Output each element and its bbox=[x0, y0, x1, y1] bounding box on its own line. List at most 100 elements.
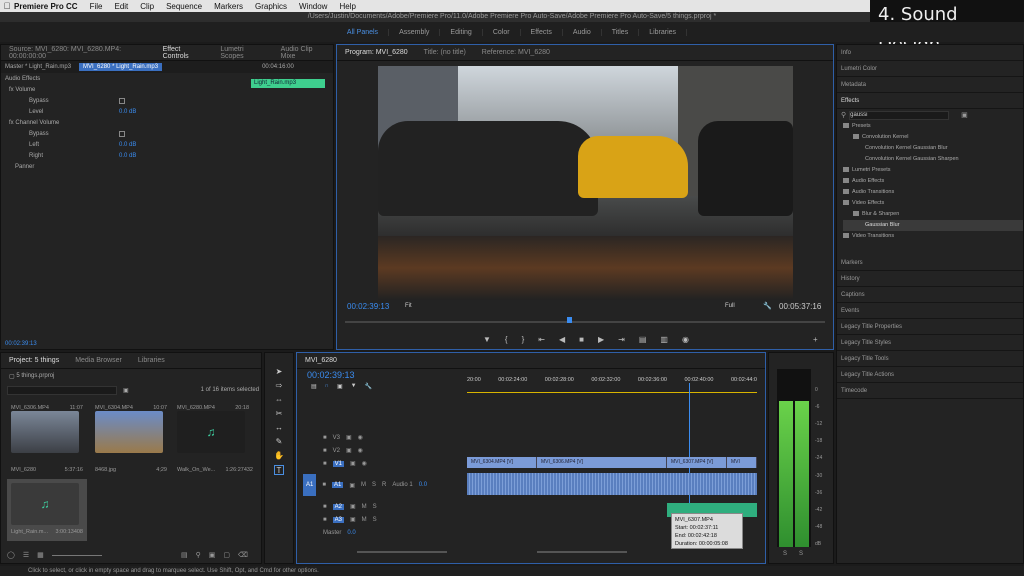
program-timecode[interactable]: 00:02:39:13 bbox=[347, 302, 389, 311]
ec-bottom-timecode[interactable]: 00:02:39:13 bbox=[5, 341, 37, 347]
tree-lumetri-presets[interactable]: Lumetri Presets bbox=[852, 167, 891, 173]
tree-video-transitions[interactable]: Video Transitions bbox=[852, 233, 894, 239]
video-clip[interactable]: MVI_6304.MP4 [V] bbox=[467, 457, 537, 468]
mark-in-icon[interactable]: { bbox=[505, 335, 508, 344]
menu-sequence[interactable]: Sequence bbox=[166, 2, 202, 11]
panner-label[interactable]: Panner bbox=[1, 161, 251, 172]
lock-icon[interactable]: ■ bbox=[323, 517, 327, 523]
fit-dropdown[interactable]: Fit bbox=[405, 303, 412, 309]
lift-icon[interactable]: ▤ bbox=[639, 335, 647, 344]
work-area-bar[interactable] bbox=[467, 392, 757, 393]
tree-video-effects[interactable]: Video Effects bbox=[852, 200, 884, 206]
legacy-title-properties-panel[interactable]: Legacy Title Properties bbox=[837, 319, 1023, 335]
tree-conv-blur[interactable]: Convolution Kernel Gaussian Blur bbox=[843, 143, 1023, 154]
project-item-selected[interactable]: ♫ Light_Rain.m... 3:00:13408 bbox=[7, 479, 87, 541]
project-search-input[interactable] bbox=[7, 385, 117, 395]
lumetri-color-panel[interactable]: Lumetri Color bbox=[837, 61, 1023, 77]
trash-icon[interactable]: ⌫ bbox=[238, 551, 248, 559]
pen-icon[interactable]: ✎ bbox=[274, 437, 284, 447]
effects-search-input[interactable] bbox=[849, 110, 950, 120]
slip-icon[interactable]: ↔ bbox=[274, 423, 284, 433]
mark-out-icon[interactable]: } bbox=[522, 335, 525, 344]
find-icon[interactable]: ⚲ bbox=[196, 551, 201, 559]
lock-icon[interactable]: ◯ bbox=[7, 551, 15, 559]
play-icon[interactable]: ▶ bbox=[598, 335, 604, 344]
video-clip[interactable]: MVI_6307.MP4 [V] bbox=[667, 457, 727, 468]
razor-icon[interactable]: ✂ bbox=[274, 409, 284, 419]
level-value[interactable]: 0.0 dB bbox=[119, 109, 136, 115]
step-back-icon[interactable]: ◀ bbox=[559, 335, 565, 344]
project-item[interactable]: MVI_6304.MP4 10:07 bbox=[95, 405, 167, 453]
new-bin-icon[interactable]: ▣ bbox=[961, 111, 968, 119]
tab-program[interactable]: Program: MVI_6280 bbox=[337, 49, 416, 56]
sync-icon[interactable]: ▣ bbox=[350, 516, 356, 523]
track-label-a3[interactable]: A3 bbox=[332, 516, 344, 523]
video-clip[interactable]: MVI_6306.MP4 [V] bbox=[537, 457, 667, 468]
solo-button[interactable]: S bbox=[373, 517, 377, 523]
tree-presets[interactable]: Presets bbox=[852, 123, 871, 129]
bin-icon[interactable]: ▣ bbox=[123, 387, 129, 394]
menu-markers[interactable]: Markers bbox=[214, 2, 243, 11]
workspace-editing[interactable]: Editing bbox=[440, 28, 483, 36]
lock-icon[interactable]: ■ bbox=[323, 504, 327, 510]
lock-icon[interactable]: ■ bbox=[322, 482, 326, 488]
workspace-assembly[interactable]: Assembly bbox=[389, 28, 441, 36]
track-label-v3[interactable]: V3 bbox=[333, 435, 340, 441]
video-frame[interactable] bbox=[378, 66, 793, 300]
eye-icon[interactable]: ◉ bbox=[358, 447, 363, 454]
legacy-title-actions-panel[interactable]: Legacy Title Actions bbox=[837, 367, 1023, 383]
track-volume[interactable]: 0.0 bbox=[419, 482, 427, 488]
workspace-titles[interactable]: Titles bbox=[602, 28, 640, 36]
workspace-libraries[interactable]: Libraries bbox=[639, 28, 688, 36]
channel-volume-label[interactable]: Channel Volume bbox=[15, 120, 59, 126]
tab-source[interactable]: Source: MVI_6280: MVI_6280.MP4: 00:00:00… bbox=[1, 46, 155, 60]
mute-button[interactable]: M bbox=[362, 517, 367, 523]
sync-icon[interactable]: ▣ bbox=[346, 447, 352, 454]
zoom-slider[interactable] bbox=[51, 555, 102, 556]
project-item[interactable]: MVI_6306.MP4 11:07 bbox=[11, 405, 83, 453]
tab-lumetri-scopes[interactable]: Lumetri Scopes bbox=[212, 46, 272, 60]
apple-icon[interactable]:  bbox=[0, 1, 14, 11]
menu-clip[interactable]: Clip bbox=[140, 2, 154, 11]
menu-graphics[interactable]: Graphics bbox=[255, 2, 287, 11]
tab-audio-clip-mixer[interactable]: Audio Clip Mixe bbox=[273, 46, 333, 60]
master-clip-label[interactable]: Master * Light_Rain.mp3 bbox=[5, 64, 71, 70]
sync-icon[interactable]: ▣ bbox=[349, 482, 355, 489]
solo-button[interactable]: S bbox=[373, 504, 377, 510]
clip-label[interactable]: MVI_6280 * Light_Rain.mp3 bbox=[79, 63, 163, 71]
stop-icon[interactable]: ■ bbox=[579, 335, 584, 344]
effects-panel[interactable]: Effects bbox=[837, 93, 1023, 109]
track-label-v1[interactable]: V1 bbox=[332, 460, 344, 467]
timeline-timecode[interactable]: 00:02:39:13 bbox=[307, 370, 355, 380]
new-bin-icon[interactable]: ▣ bbox=[209, 551, 216, 559]
workspace-effects[interactable]: Effects bbox=[521, 28, 563, 36]
captions-panel[interactable]: Captions bbox=[837, 287, 1023, 303]
timeline-zoom-scrollbar[interactable] bbox=[357, 551, 447, 553]
add-button-icon[interactable]: + bbox=[813, 335, 818, 344]
add-marker-icon[interactable]: ▼ bbox=[351, 383, 357, 390]
lock-icon[interactable]: ■ bbox=[323, 435, 327, 441]
menu-help[interactable]: Help bbox=[339, 2, 355, 11]
selection-tool-icon[interactable]: ➤ bbox=[274, 367, 284, 377]
metadata-panel[interactable]: Metadata bbox=[837, 77, 1023, 93]
menu-edit[interactable]: Edit bbox=[114, 2, 128, 11]
automate-icon[interactable]: ▤ bbox=[181, 551, 188, 559]
track-select-icon[interactable]: ⇨ bbox=[274, 381, 284, 391]
track-label-a1[interactable]: A1 bbox=[331, 482, 344, 488]
solo-left-button[interactable]: S bbox=[783, 551, 787, 557]
tree-conv-sharpen[interactable]: Convolution Kernel Gaussian Sharpen bbox=[843, 154, 1023, 165]
item-name[interactable]: Walk_On_We... bbox=[177, 467, 215, 473]
menu-file[interactable]: File bbox=[90, 2, 103, 11]
item-name[interactable]: 8468.jpg bbox=[95, 467, 116, 473]
track-label-a2[interactable]: A2 bbox=[332, 503, 344, 510]
sync-icon[interactable]: ▣ bbox=[350, 503, 356, 510]
go-to-out-icon[interactable]: ⇥ bbox=[618, 335, 625, 344]
mute-button[interactable]: M bbox=[361, 482, 366, 488]
settings-wrench-icon[interactable]: 🔧 bbox=[365, 383, 372, 390]
tree-gaussian-blur[interactable]: Gaussian Blur bbox=[843, 220, 1023, 231]
right-value[interactable]: 0.0 dB bbox=[119, 153, 136, 159]
solo-right-button[interactable]: S bbox=[799, 551, 803, 557]
ec-clip-bar[interactable]: Light_Rain.mp3 bbox=[251, 79, 325, 88]
timecode-panel[interactable]: Timecode bbox=[837, 383, 1023, 399]
snap-icon[interactable]: ∩ bbox=[325, 383, 329, 390]
